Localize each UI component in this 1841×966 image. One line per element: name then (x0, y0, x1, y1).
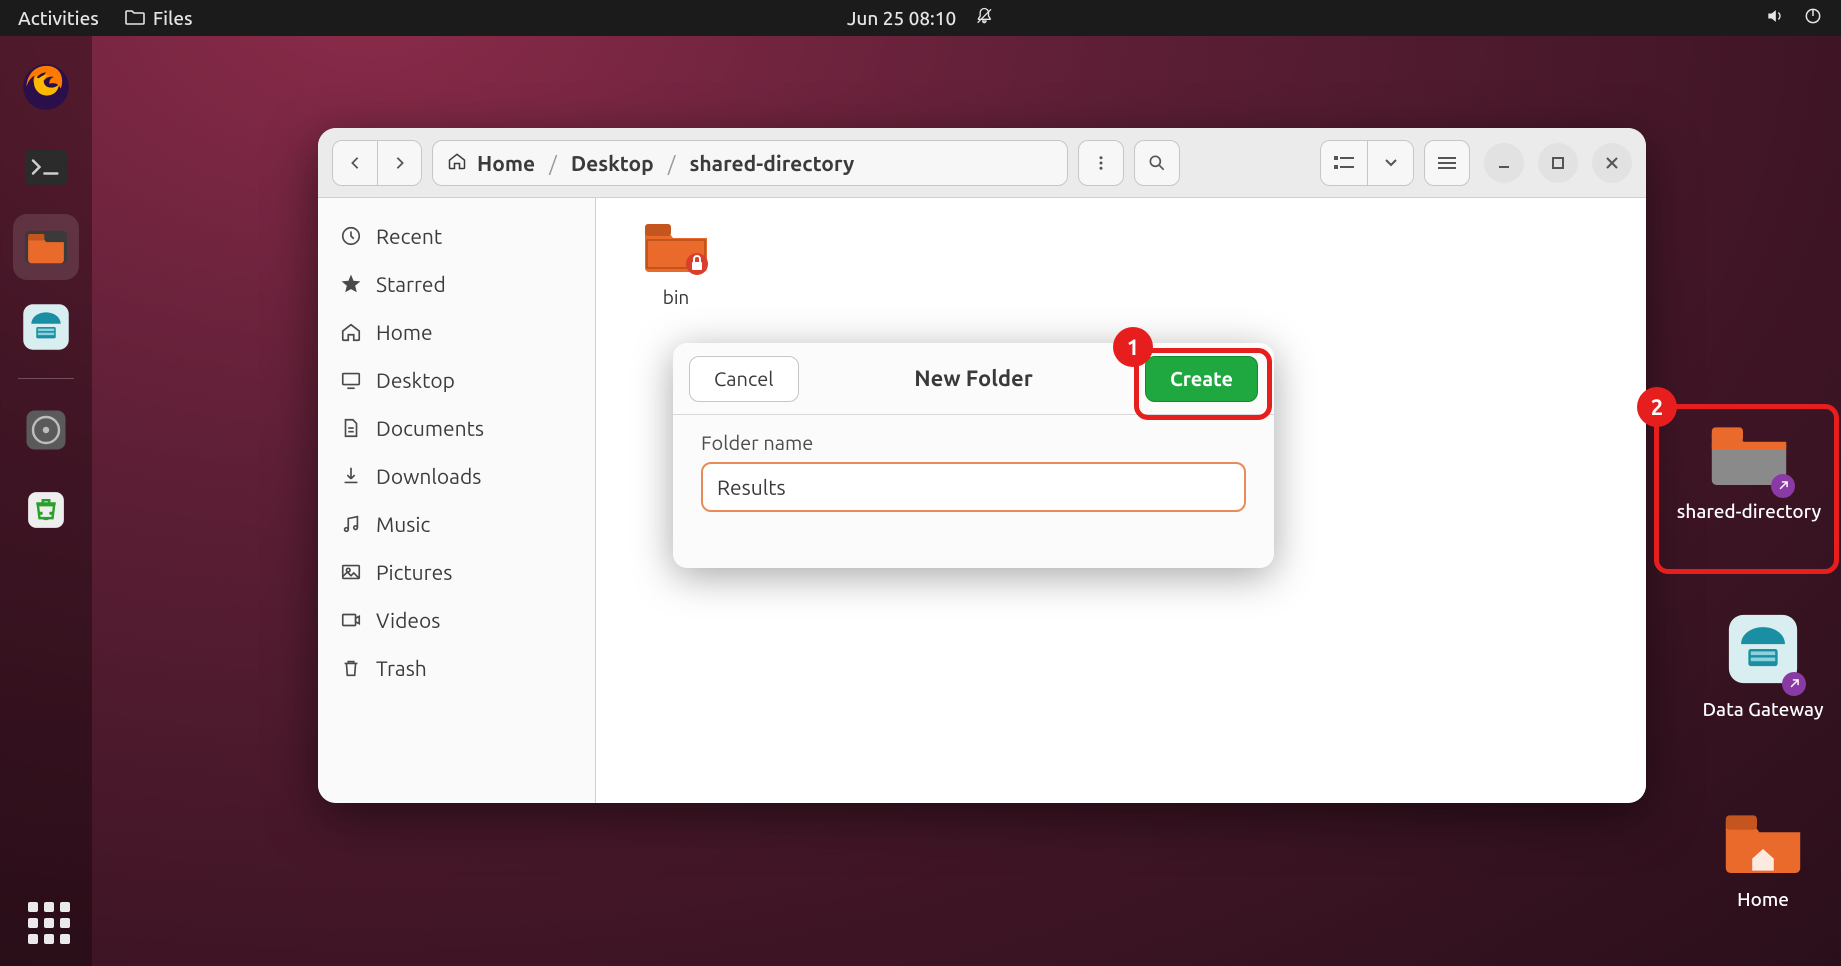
files-sidebar: Recent Starred Home Desktop Documents Do… (318, 198, 596, 803)
sidebar-item-trash[interactable]: Trash (318, 644, 595, 692)
topbar-app-name: Files (153, 7, 193, 29)
dock-files[interactable] (13, 214, 79, 280)
sidebar-item-label: Trash (376, 656, 427, 680)
sidebar-item-videos[interactable]: Videos (318, 596, 595, 644)
sidebar-item-music[interactable]: Music (318, 500, 595, 548)
sidebar-item-recent[interactable]: Recent (318, 212, 595, 260)
folder-icon (125, 7, 145, 29)
home-folder-icon (1721, 808, 1805, 882)
breadcrumb[interactable]: Home / Desktop / shared-directory (432, 140, 1068, 186)
annotation-badge-1: 1 (1113, 327, 1153, 367)
folder-name-label: Folder name (701, 431, 1246, 454)
sidebar-item-label: Pictures (376, 560, 452, 584)
show-applications-button[interactable] (28, 902, 70, 944)
sidebar-item-label: Home (376, 320, 433, 344)
activities-button[interactable]: Activities (18, 7, 99, 29)
data-gateway-icon (1724, 610, 1802, 692)
view-switcher (1320, 140, 1414, 186)
search-button[interactable] (1134, 140, 1180, 186)
desktop-icon-home[interactable]: Home (1678, 808, 1841, 910)
topbar-app-indicator[interactable]: Files (125, 7, 193, 29)
sidebar-item-label: Recent (376, 224, 442, 248)
folder-name-input[interactable] (701, 462, 1246, 512)
sidebar-item-label: Starred (376, 272, 446, 296)
folder-link-icon (1707, 420, 1791, 494)
volume-icon[interactable] (1765, 6, 1785, 30)
sidebar-item-label: Documents (376, 416, 484, 440)
sidebar-item-home[interactable]: Home (318, 308, 595, 356)
annotation-highlight-1: 1 (1134, 348, 1272, 420)
dock-disk[interactable] (13, 397, 79, 463)
window-maximize-button[interactable] (1538, 143, 1578, 183)
folder-item-bin[interactable]: bin (616, 218, 736, 308)
notifications-icon[interactable] (974, 6, 994, 30)
desktop-icon-label: Home (1737, 888, 1789, 910)
breadcrumb-desktop[interactable]: Desktop (571, 151, 654, 175)
nav-forward-button[interactable] (377, 141, 421, 185)
dock-data-gateway[interactable] (13, 294, 79, 360)
breadcrumb-separator: / (668, 151, 676, 175)
sidebar-item-starred[interactable]: Starred (318, 260, 595, 308)
view-dropdown-button[interactable] (1367, 141, 1413, 185)
clock[interactable]: Jun 25 08:10 (847, 7, 956, 29)
dock-trash[interactable] (13, 477, 79, 543)
nav-back-button[interactable] (333, 141, 377, 185)
desktop-icon-label: shared-directory (1677, 500, 1821, 522)
hamburger-menu-button[interactable] (1424, 140, 1470, 186)
view-list-button[interactable] (1321, 141, 1367, 185)
folder-name: bin (663, 286, 690, 308)
nav-buttons (332, 140, 422, 186)
sidebar-item-label: Desktop (376, 368, 455, 392)
sidebar-item-desktop[interactable]: Desktop (318, 356, 595, 404)
desktop-icon-shared-directory[interactable]: shared-directory (1664, 420, 1834, 522)
dock-separator (18, 378, 74, 379)
sidebar-item-downloads[interactable]: Downloads (318, 452, 595, 500)
desktop-icon-label: Data Gateway (1702, 698, 1823, 720)
breadcrumb-separator: / (549, 151, 557, 175)
gnome-topbar: Activities Files Jun 25 08:10 (0, 0, 1841, 36)
sidebar-item-label: Music (376, 512, 430, 536)
files-headerbar: Home / Desktop / shared-directory (318, 128, 1646, 198)
sidebar-item-label: Downloads (376, 464, 481, 488)
breadcrumb-home[interactable]: Home (477, 151, 535, 175)
power-icon[interactable] (1803, 6, 1823, 30)
symlink-badge-icon (1782, 672, 1806, 696)
sidebar-item-documents[interactable]: Documents (318, 404, 595, 452)
home-icon (447, 151, 467, 175)
desktop-icon-data-gateway[interactable]: Data Gateway (1678, 610, 1841, 720)
window-minimize-button[interactable] (1484, 143, 1524, 183)
breadcrumb-current: shared-directory (689, 151, 854, 175)
sidebar-item-pictures[interactable]: Pictures (318, 548, 595, 596)
symlink-badge-icon (1771, 474, 1795, 498)
location-menu-button[interactable] (1078, 140, 1124, 186)
cancel-button[interactable]: Cancel (689, 356, 799, 402)
window-close-button[interactable] (1592, 143, 1632, 183)
folder-locked-icon (641, 218, 711, 280)
sidebar-item-label: Videos (376, 608, 440, 632)
dialog-title: New Folder (914, 366, 1033, 391)
dock (0, 36, 92, 966)
dock-terminal[interactable] (13, 134, 79, 200)
dock-firefox[interactable] (13, 54, 79, 120)
